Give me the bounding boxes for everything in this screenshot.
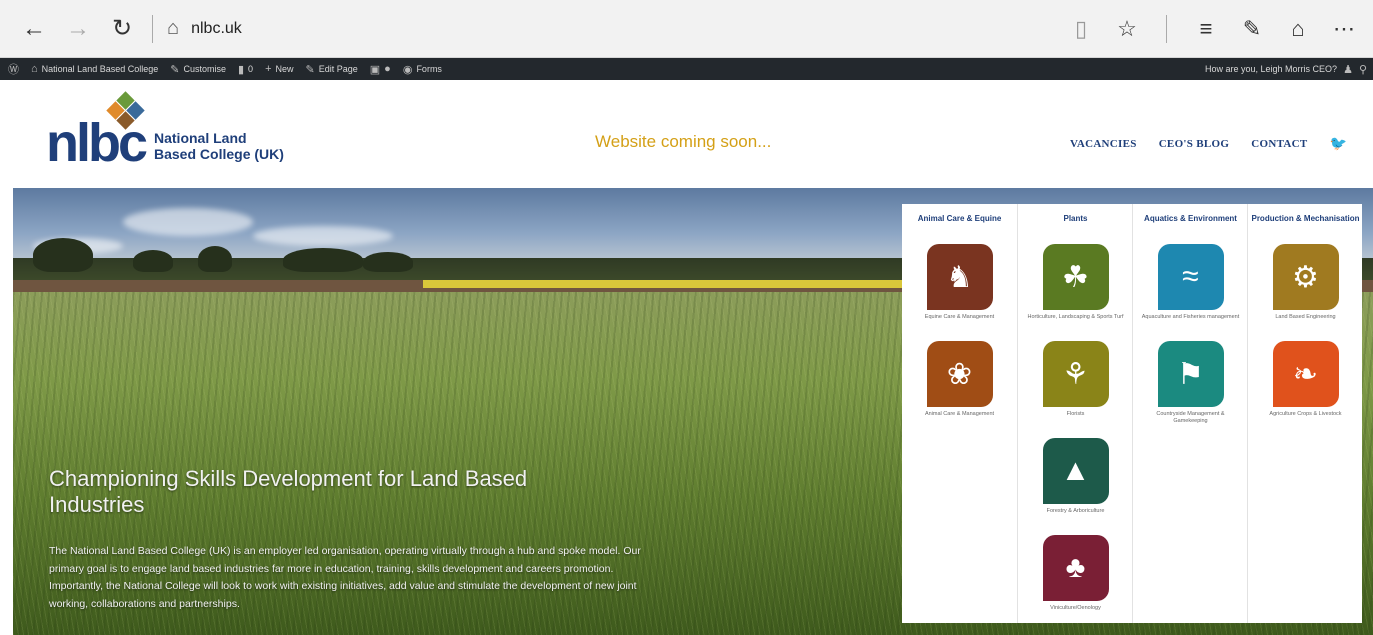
sector-tile-label[interactable]: Land Based Engineering — [1256, 314, 1356, 321]
forward-arrow-icon: → — [66, 14, 90, 42]
sector-heading: Plants — [1063, 214, 1088, 223]
wp-logo-button[interactable]: Ⓦ — [8, 61, 19, 77]
refresh-icon: ↻ — [111, 15, 133, 42]
wp-account-menu[interactable]: How are you, Leigh Morris CEO? ♟ ⚲ — [1205, 63, 1373, 76]
sector-column: Production & Mechanisation ⚙ Land Based En… — [1247, 204, 1362, 623]
browser-toolbar: ← → ↻ ⌂ nlbc.uk ▯ ☆ ≡ ✎ ⌂ ⋯ — [0, 0, 1373, 58]
nav-vacancies[interactable]: VACANCIES — [1070, 138, 1137, 150]
sector-tile-icon[interactable]: ♞ — [926, 244, 993, 310]
forward-button[interactable]: → — [56, 7, 100, 51]
wordpress-icon: Ⓦ — [8, 64, 19, 76]
nav-contact[interactable]: CONTACT — [1251, 138, 1307, 150]
wp-comments-count: 0 — [248, 64, 254, 74]
toolbar-divider-2 — [1166, 14, 1167, 43]
sector-tile-label[interactable]: Viniculture/Oenology — [1026, 605, 1126, 612]
wp-admin-bar: Ⓦ ⌂ National Land Based College ✎ Customis… — [0, 58, 1373, 80]
sector-heading: Production & Mechanisation — [1251, 214, 1360, 223]
status-dot-icon: ● — [384, 63, 391, 75]
brush-icon: ✎ — [170, 63, 180, 76]
sector-column: Aquatics & Environment ≈ Aquaculture and F… — [1132, 204, 1247, 623]
user-avatar-icon: ♟ — [1343, 63, 1353, 76]
wp-edit-page-link[interactable]: ✎ Edit Page — [306, 63, 358, 76]
logo-name-line2: Based College (UK) — [154, 146, 284, 162]
search-icon[interactable]: ⚲ — [1359, 63, 1367, 76]
wp-seo-link[interactable]: ▣ ● — [370, 63, 391, 76]
sector-tile-label[interactable]: Forestry & Arboriculture — [1026, 508, 1126, 515]
logo-name-line1: National Land — [154, 130, 247, 146]
sector-tile-icon[interactable]: ❀ — [926, 341, 993, 407]
seo-icon: ▣ — [369, 63, 381, 76]
wp-greeting: How are you, Leigh Morris CEO? — [1205, 64, 1338, 74]
toolbar-divider — [152, 14, 153, 43]
nav-ceos-blog[interactable]: CEO'S BLOG — [1159, 138, 1230, 150]
site-header: nlbc National Land Based College (UK) We… — [0, 80, 1373, 188]
web-note-icon[interactable]: ✎ — [1237, 16, 1267, 42]
sector-tile-label[interactable]: Equine Care & Management — [910, 314, 1010, 321]
sector-tile-label[interactable]: Aquaculture and Fisheries management — [1141, 314, 1241, 321]
sector-heading: Aquatics & Environment — [1144, 214, 1237, 223]
back-button[interactable]: ← — [12, 7, 56, 51]
sector-column: Plants ☘ Horticulture, Landscaping & Sport… — [1017, 204, 1132, 623]
hero-title: Championing Skills Development for Land … — [49, 466, 528, 517]
wp-new-label: New — [275, 64, 294, 74]
sector-tile-icon[interactable]: ⚙ — [1272, 244, 1339, 310]
more-icon[interactable]: ⋯ — [1329, 16, 1359, 42]
wp-comments-link[interactable]: ▮ 0 — [238, 63, 253, 76]
sector-tile-icon[interactable]: ▲ — [1042, 438, 1109, 504]
sector-tile-icon[interactable]: ☘ — [1042, 244, 1109, 310]
home-icon: ⌂ — [31, 63, 38, 75]
wp-edit-page-label: Edit Page — [318, 64, 358, 74]
favorite-star-icon[interactable]: ☆ — [1112, 16, 1142, 42]
wp-forms-link[interactable]: ◉ Forms — [403, 63, 442, 76]
wp-forms-label: Forms — [416, 64, 442, 74]
site-nav: VACANCIES CEO'S BLOG CONTACT 🐦 — [1070, 135, 1347, 152]
hero-yellow-field — [423, 280, 923, 288]
logo-college-name: National Land Based College (UK) — [154, 130, 284, 162]
sector-tile-icon[interactable]: ⚑ — [1157, 341, 1224, 407]
wp-customise-label: Customise — [183, 64, 226, 74]
refresh-button[interactable]: ↻ — [100, 7, 144, 51]
sector-panel: Animal Care & Equine ♞ Equine Care & Manag… — [902, 204, 1362, 623]
sector-tile-icon[interactable]: ❧ — [1272, 341, 1339, 407]
wp-site-name-link[interactable]: ⌂ National Land Based College — [31, 63, 158, 75]
sector-tile-label[interactable]: Agriculture Crops & Livestock — [1256, 411, 1356, 418]
sector-tile-label[interactable]: Animal Care & Management — [910, 411, 1010, 418]
hero-description: The National Land Based College (UK) is … — [49, 545, 641, 610]
reading-view-icon[interactable]: ▯ — [1066, 16, 1096, 42]
sector-tile-icon[interactable]: ≈ — [1157, 244, 1224, 310]
plus-icon: + — [265, 63, 272, 75]
forms-icon: ◉ — [402, 63, 413, 76]
sector-tile-label[interactable]: Countryside Management & Gamekeeping — [1141, 411, 1241, 425]
sector-tile-icon[interactable]: ⚘ — [1042, 341, 1109, 407]
logo-diamonds-icon — [106, 91, 146, 132]
pencil-icon: ✎ — [305, 63, 315, 76]
wp-site-name: National Land Based College — [41, 64, 159, 74]
sector-tile-label[interactable]: Horticulture, Landscaping & Sports Turf — [1026, 314, 1126, 321]
lock-icon: ⌂ — [167, 17, 180, 39]
address-bar[interactable]: ⌂ nlbc.uk — [161, 9, 1066, 49]
wp-new-link[interactable]: + New — [265, 63, 293, 75]
sector-column: Animal Care & Equine ♞ Equine Care & Manag… — [902, 204, 1017, 623]
comment-icon: ▮ — [237, 63, 245, 76]
twitter-icon[interactable]: 🐦 — [1330, 135, 1347, 152]
share-icon[interactable]: ⌂ — [1283, 16, 1313, 42]
hub-icon[interactable]: ≡ — [1191, 16, 1221, 42]
sector-tile-icon[interactable]: ♣ — [1042, 535, 1109, 601]
wp-customise-link[interactable]: ✎ Customise — [170, 63, 226, 76]
site-logo[interactable]: nlbc National Land Based College (UK) — [46, 91, 306, 172]
url-text: nlbc.uk — [191, 19, 242, 37]
sector-heading: Animal Care & Equine — [917, 214, 1002, 223]
sector-tile-label[interactable]: Florists — [1026, 411, 1126, 418]
coming-soon-text: Website coming soon... — [595, 132, 772, 151]
back-arrow-icon: ← — [22, 14, 46, 42]
browser-tools: ▯ ☆ ≡ ✎ ⌂ ⋯ — [1066, 14, 1373, 43]
